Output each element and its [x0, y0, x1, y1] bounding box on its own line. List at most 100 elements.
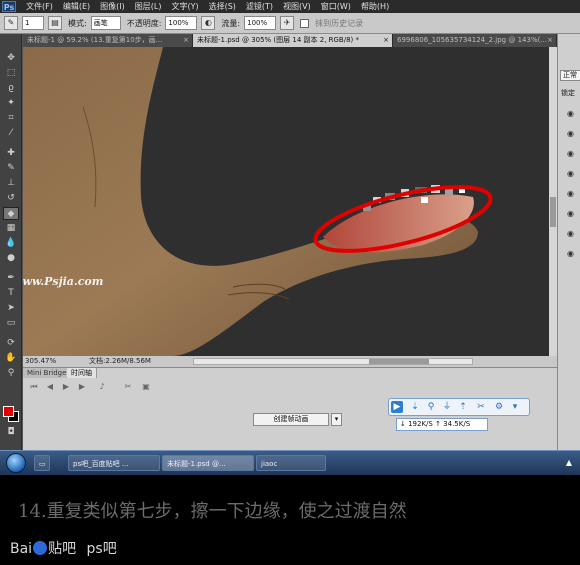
taskbar-item-folder[interactable]: jiaoc [256, 455, 326, 471]
chevron-down-icon[interactable]: ▾ [509, 401, 521, 413]
quick-select-tool-icon[interactable]: ✦ [3, 97, 19, 110]
foreground-color-swatch[interactable] [3, 406, 14, 417]
start-button[interactable] [6, 453, 26, 473]
blur-tool-icon[interactable]: 💧 [3, 237, 19, 250]
eyedropper-tool-icon[interactable]: ⁄ [3, 127, 19, 140]
eye-icon[interactable]: ◉ [567, 129, 576, 138]
photoshop-window: Ps 文件(F) 编辑(E) 图像(I) 图层(L) 文字(Y) 选择(S) 滤… [0, 0, 580, 450]
tab-doc-1[interactable]: 未标题-1 @ 59.2% (13.重复第10步，画... × [23, 34, 193, 47]
scroll-thumb[interactable] [550, 197, 556, 227]
eye-icon[interactable]: ◉ [567, 249, 576, 258]
tab-doc-2[interactable]: 未标题-1.psd @ 305% (图层 14 副本 2, RGB/8) * × [193, 34, 393, 47]
menu-view[interactable]: 视图(V) [283, 1, 311, 12]
taskbar-item-browser[interactable]: ps吧_百度贴吧 ... [68, 455, 160, 471]
chevron-down-icon[interactable]: ▾ [331, 413, 342, 426]
crop-tool-icon[interactable]: ⌗ [3, 112, 19, 125]
scissors-icon[interactable]: ✂ [475, 401, 487, 413]
tray-expand-icon[interactable]: ▲ [560, 455, 578, 471]
next-frame-icon[interactable]: ▶ [77, 382, 87, 392]
opacity-field[interactable]: 100% [165, 16, 198, 30]
menu-type[interactable]: 文字(Y) [171, 1, 198, 12]
eye-icon[interactable]: ◉ [567, 189, 576, 198]
hand-tool-icon[interactable]: ✋ [3, 352, 19, 365]
brush-tool-icon[interactable]: ✎ [3, 162, 19, 175]
watermark-text-right: ps吧 [86, 541, 117, 557]
scroll-thumb[interactable] [369, 359, 429, 364]
dodge-tool-icon[interactable]: ● [3, 252, 19, 265]
3d-rotate-tool-icon[interactable]: ⟳ [3, 337, 19, 350]
eraser-tool-icon[interactable]: ◆ [3, 207, 19, 220]
eye-icon[interactable]: ◉ [567, 109, 576, 118]
mode-select[interactable]: 画笔 [90, 16, 121, 30]
pen-tool-icon[interactable]: ✒ [3, 272, 19, 285]
menu-edit[interactable]: 编辑(E) [63, 1, 90, 12]
menu-image[interactable]: 图像(I) [100, 1, 125, 12]
options-bar: ✎ 1 ▤ 模式: 画笔 不透明度: 100% ◐ 流量: 100% ✈ 抹到历… [0, 13, 580, 34]
lock-label: 锁定 [561, 89, 575, 97]
upload-icon[interactable]: ⇡ [457, 401, 469, 413]
shape-tool-icon[interactable]: ▭ [3, 317, 19, 330]
audio-icon[interactable]: ♪ [97, 382, 107, 392]
create-frame-animation-button[interactable]: 创建帧动画 [253, 413, 329, 426]
document-canvas[interactable]: www.Psjia.com [23, 47, 549, 356]
step-caption: 14.重复类似第七步，擦一下边缘，使之过渡自然 [18, 501, 407, 522]
baidu-paw-icon [33, 541, 48, 555]
eraser-tool-preset-icon[interactable]: ✎ [4, 16, 18, 30]
play-icon[interactable]: ▶ [61, 382, 71, 392]
airbrush-icon[interactable]: ✈ [280, 16, 295, 30]
transition-icon[interactable]: ▣ [141, 382, 151, 392]
move-tool-icon[interactable]: ✥ [3, 52, 19, 65]
stamp-tool-icon[interactable]: ⊥ [3, 177, 19, 190]
healing-tool-icon[interactable]: ✚ [3, 147, 19, 160]
tab-mini-bridge[interactable]: Mini Bridge [23, 368, 72, 378]
tab-doc-3[interactable]: 6996806_105635734124_2.jpg @ 143%(... × [393, 34, 557, 47]
zoom-tool-icon[interactable]: ⚲ [3, 367, 19, 380]
zoom-level[interactable]: 305.47% [25, 356, 56, 367]
ps-logo: Ps [2, 1, 16, 12]
menu-layer[interactable]: 图层(L) [135, 1, 162, 12]
pressure-opacity-icon[interactable]: ◐ [201, 16, 216, 30]
close-icon[interactable]: × [183, 34, 189, 47]
taskbar-item-photoshop[interactable]: 未标题-1.psd @... [162, 455, 254, 471]
first-frame-icon[interactable]: ⏮ [29, 382, 39, 392]
horizontal-scrollbar[interactable] [193, 358, 473, 365]
previous-frame-icon[interactable]: ◀ [45, 382, 55, 392]
eye-icon[interactable]: ◉ [567, 229, 576, 238]
history-brush-tool-icon[interactable]: ↺ [3, 192, 19, 205]
type-tool-icon[interactable]: T [3, 287, 19, 300]
floating-toolbar-widget: ▶ ⇣ ⚲ ⏚ ⇡ ✂ ⚙ ▾ [388, 398, 530, 416]
show-desktop-icon[interactable]: ▭ [34, 455, 50, 471]
eye-icon[interactable]: ◉ [567, 169, 576, 178]
media-icon[interactable]: ▶ [391, 401, 403, 413]
path-select-tool-icon[interactable]: ➤ [3, 302, 19, 315]
eye-icon[interactable]: ◉ [567, 209, 576, 218]
scissors-icon[interactable]: ✂ [123, 382, 133, 392]
close-icon[interactable]: × [383, 34, 389, 47]
vertical-scrollbar[interactable] [549, 47, 557, 356]
lasso-tool-icon[interactable]: ϱ [3, 82, 19, 95]
menu-filter[interactable]: 滤镜(T) [246, 1, 273, 12]
eye-icon[interactable]: ◉ [567, 149, 576, 158]
marquee-tool-icon[interactable]: ⬚ [3, 67, 19, 80]
download-icon[interactable]: ⇣ [409, 401, 421, 413]
menu-file[interactable]: 文件(F) [26, 1, 53, 12]
mic-icon[interactable]: ⏚ [441, 401, 453, 413]
menu-help[interactable]: 帮助(H) [361, 1, 389, 12]
close-icon[interactable]: × [547, 34, 553, 47]
gradient-tool-icon[interactable]: ▦ [3, 222, 19, 235]
search-icon[interactable]: ⚲ [425, 401, 437, 413]
erase-history-checkbox[interactable] [300, 18, 310, 28]
flow-field[interactable]: 100% [244, 16, 277, 30]
settings-icon[interactable]: ⚙ [493, 401, 505, 413]
brush-panel-icon[interactable]: ▤ [48, 16, 62, 30]
brush-size-picker[interactable]: 1 [22, 16, 44, 30]
tab-timeline[interactable]: 时间轴 [67, 368, 97, 378]
erase-history-label: 抹到历史记录 [315, 18, 364, 28]
document-tabs: 未标题-1 @ 59.2% (13.重复第10步，画... × 未标题-1.ps… [23, 34, 557, 47]
blend-mode-select[interactable]: 正常 [560, 70, 580, 81]
windows-taskbar: ▭ ps吧_百度贴吧 ... 未标题-1.psd @... jiaoc ▲ [0, 450, 580, 475]
menu-window[interactable]: 窗口(W) [321, 1, 351, 12]
menu-select[interactable]: 选择(S) [209, 1, 236, 12]
quick-mask-icon[interactable]: ◘ [3, 426, 19, 439]
tab-label: 6996806_105635734124_2.jpg @ 143%(... [397, 36, 547, 44]
